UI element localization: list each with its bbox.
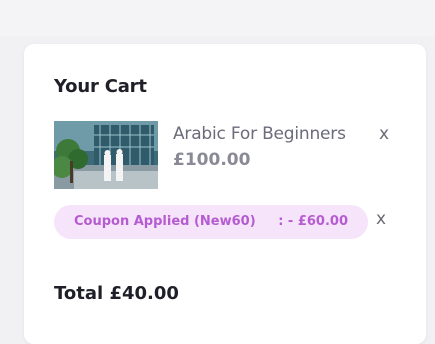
- cart-total: Total £40.00: [54, 283, 179, 304]
- cart-card: Your Cart Arabic For Beginners £100.00 x…: [24, 44, 426, 344]
- coupon-discount-amount: : - £60.00: [278, 214, 348, 229]
- coupon-label: Coupon Applied (New60): [74, 214, 256, 229]
- course-thumbnail: [54, 121, 158, 189]
- cart-title: Your Cart: [54, 76, 147, 97]
- remove-item-button[interactable]: x: [379, 126, 389, 143]
- course-name[interactable]: Arabic For Beginners: [173, 124, 346, 144]
- page-header-strip: [0, 0, 435, 36]
- remove-coupon-button[interactable]: x: [376, 211, 386, 228]
- course-price: £100.00: [173, 150, 251, 170]
- coupon-applied-badge: Coupon Applied (New60) : - £60.00: [54, 205, 368, 239]
